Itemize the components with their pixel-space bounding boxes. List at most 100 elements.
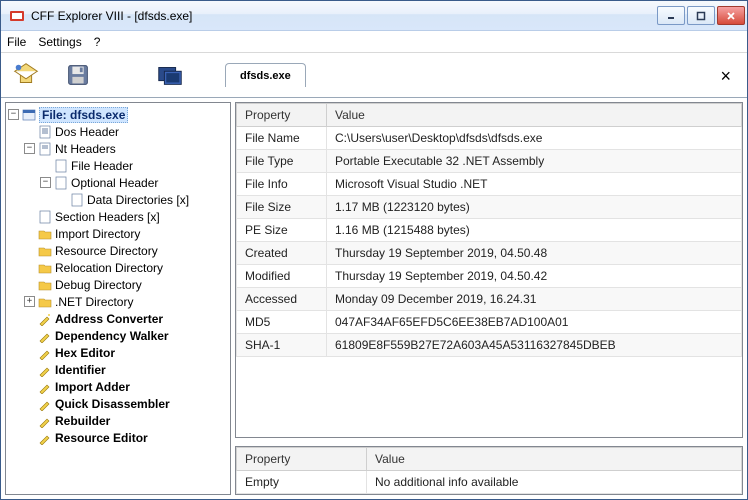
tree-panel[interactable]: − File: dfsds.exe Dos Header −Nt Headers… (5, 102, 231, 495)
cell-key: Created (237, 242, 327, 265)
tree-item[interactable]: Data Directories [x] (8, 191, 228, 208)
tab-label: dfsds.exe (240, 70, 291, 82)
tree-root[interactable]: − File: dfsds.exe (8, 106, 228, 123)
table-row[interactable]: PE Size1.16 MB (1215488 bytes) (237, 219, 742, 242)
tree-item[interactable]: Resource Directory (8, 242, 228, 259)
tool-icon (38, 397, 52, 411)
cell-value: Microsoft Visual Studio .NET (327, 173, 742, 196)
tab-close-icon[interactable]: × (720, 66, 731, 87)
cell-value: Portable Executable 32 .NET Assembly (327, 150, 742, 173)
collapse-icon[interactable]: − (24, 143, 35, 154)
tree-item[interactable]: −Nt Headers (8, 140, 228, 157)
tree-item[interactable]: Dependency Walker (8, 327, 228, 344)
tree-item[interactable]: Identifier (8, 361, 228, 378)
tree-item[interactable]: Debug Directory (8, 276, 228, 293)
table-row[interactable]: CreatedThursday 19 September 2019, 04.50… (237, 242, 742, 265)
cell-key: PE Size (237, 219, 327, 242)
header-icon (70, 193, 84, 207)
tree-item[interactable]: Hex Editor (8, 344, 228, 361)
table-row[interactable]: ModifiedThursday 19 September 2019, 04.5… (237, 265, 742, 288)
tool-icon (38, 414, 52, 428)
tree-item[interactable]: Relocation Directory (8, 259, 228, 276)
properties-table: Property Value File NameC:\Users\user\De… (236, 103, 742, 357)
table-row[interactable]: AccessedMonday 09 December 2019, 16.24.3… (237, 288, 742, 311)
header-icon (54, 159, 68, 173)
tool-icon (38, 329, 52, 343)
extra-panel: Property Value EmptyNo additional info a… (235, 446, 743, 495)
menu-help[interactable]: ? (94, 35, 101, 49)
folder-icon (38, 295, 52, 309)
body: − File: dfsds.exe Dos Header −Nt Headers… (1, 97, 747, 499)
table-row[interactable]: MD5047AF34AF65EFD5C6EE38EB7AD100A01 (237, 311, 742, 334)
tree-item[interactable]: Import Adder (8, 378, 228, 395)
table-row[interactable]: File NameC:\Users\user\Desktop\dfsds\dfs… (237, 127, 742, 150)
cell-key: Modified (237, 265, 327, 288)
tool-icon (38, 380, 52, 394)
tree-item[interactable]: +.NET Directory (8, 293, 228, 310)
tree-item[interactable]: Resource Editor (8, 429, 228, 446)
table-row[interactable]: File TypePortable Executable 32 .NET Ass… (237, 150, 742, 173)
open-icon[interactable] (9, 58, 43, 92)
tab-file[interactable]: dfsds.exe (225, 63, 306, 87)
col-property[interactable]: Property (237, 104, 327, 127)
titlebar[interactable]: CFF Explorer VIII - [dfsds.exe] (1, 1, 747, 31)
expand-icon[interactable]: + (24, 296, 35, 307)
tree-root-label: File: dfsds.exe (39, 107, 128, 123)
col-property[interactable]: Property (237, 448, 367, 471)
collapse-icon[interactable]: − (8, 109, 19, 120)
tool-icon (38, 312, 52, 326)
cell-key: SHA-1 (237, 334, 327, 357)
menu-settings[interactable]: Settings (38, 35, 81, 49)
header-icon (38, 210, 52, 224)
content: Property Value File NameC:\Users\user\De… (235, 102, 743, 495)
minimize-button[interactable] (657, 6, 685, 25)
menu-file[interactable]: File (7, 35, 26, 49)
cell-key: File Name (237, 127, 327, 150)
tree-item[interactable]: Rebuilder (8, 412, 228, 429)
cell-value: No additional info available (367, 471, 742, 494)
cell-value: 61809E8F559B27E72A603A45A53116327845DBEB (327, 334, 742, 357)
cell-value: C:\Users\user\Desktop\dfsds\dfsds.exe (327, 127, 742, 150)
window-title: CFF Explorer VIII - [dfsds.exe] (31, 9, 657, 23)
windows-icon[interactable] (153, 58, 187, 92)
cell-key: MD5 (237, 311, 327, 334)
tool-icon (38, 363, 52, 377)
cell-value: Thursday 19 September 2019, 04.50.42 (327, 265, 742, 288)
extra-table: Property Value EmptyNo additional info a… (236, 447, 742, 494)
tree-item[interactable]: Address Converter (8, 310, 228, 327)
maximize-button[interactable] (687, 6, 715, 25)
save-icon[interactable] (61, 58, 95, 92)
cell-key: File Size (237, 196, 327, 219)
tree-item[interactable]: Dos Header (8, 123, 228, 140)
header-icon (54, 176, 68, 190)
folder-icon (38, 261, 52, 275)
tool-icon (38, 431, 52, 445)
tree-item[interactable]: Section Headers [x] (8, 208, 228, 225)
col-value[interactable]: Value (367, 448, 742, 471)
close-button[interactable] (717, 6, 745, 25)
app-icon (9, 8, 25, 24)
tabbar: dfsds.exe × (205, 63, 739, 87)
cell-key: Empty (237, 471, 367, 494)
cell-value: Thursday 19 September 2019, 04.50.48 (327, 242, 742, 265)
tree-item[interactable]: Import Directory (8, 225, 228, 242)
folder-icon (38, 278, 52, 292)
cell-key: Accessed (237, 288, 327, 311)
cell-key: File Info (237, 173, 327, 196)
menubar: File Settings ? (1, 31, 747, 53)
cell-value: Monday 09 December 2019, 16.24.31 (327, 288, 742, 311)
tree-item[interactable]: File Header (8, 157, 228, 174)
table-row[interactable]: File InfoMicrosoft Visual Studio .NET (237, 173, 742, 196)
cell-value: 1.16 MB (1215488 bytes) (327, 219, 742, 242)
tool-icon (38, 346, 52, 360)
col-value[interactable]: Value (327, 104, 742, 127)
collapse-icon[interactable]: − (40, 177, 51, 188)
table-row[interactable]: EmptyNo additional info available (237, 471, 742, 494)
table-row[interactable]: SHA-161809E8F559B27E72A603A45A5311632784… (237, 334, 742, 357)
folder-icon (38, 227, 52, 241)
header-icon (38, 125, 52, 139)
table-row[interactable]: File Size1.17 MB (1223120 bytes) (237, 196, 742, 219)
tree-item[interactable]: Quick Disassembler (8, 395, 228, 412)
tree-item[interactable]: −Optional Header (8, 174, 228, 191)
file-icon (22, 108, 36, 122)
